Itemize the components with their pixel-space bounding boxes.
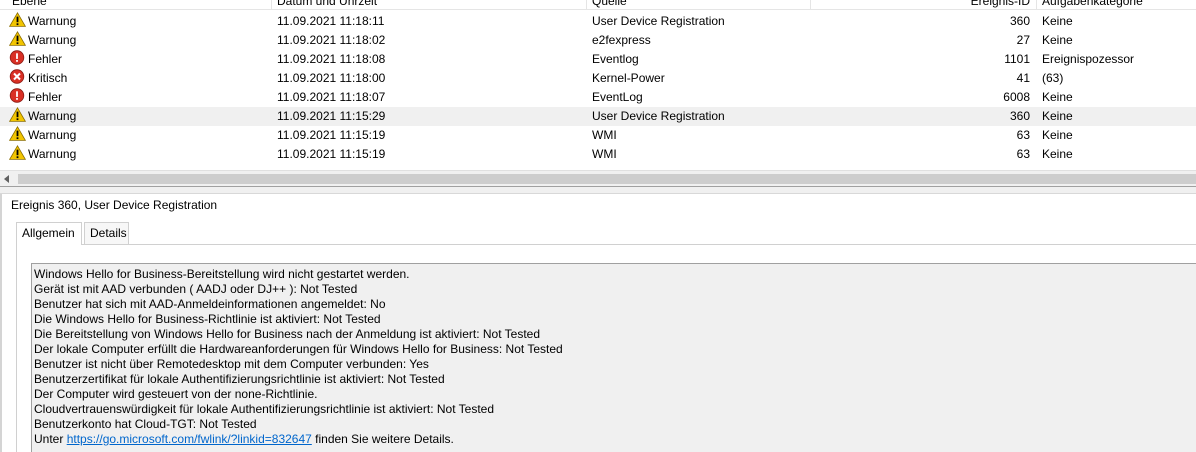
- cell-datetime: 11.09.2021 11:15:19: [277, 147, 386, 161]
- column-header-level[interactable]: Ebene: [12, 0, 47, 10]
- tab-general[interactable]: Allgemein: [16, 222, 82, 245]
- link-prefix: Unter: [34, 432, 67, 446]
- cell-event-id: 63: [1016, 128, 1030, 142]
- event-detail-pane: Ereignis 360, User Device Registration A…: [0, 194, 1196, 452]
- column-header-category[interactable]: Aufgabenkategorie: [1042, 0, 1143, 10]
- more-info-link[interactable]: https://go.microsoft.com/fwlink/?linkid=…: [67, 432, 312, 446]
- cell-event-id: 41: [1016, 71, 1030, 85]
- link-suffix: finden Sie weitere Details.: [311, 432, 454, 446]
- cell-category: Keine: [1042, 33, 1073, 47]
- scrollbar-thumb[interactable]: [18, 174, 1196, 184]
- tab-details[interactable]: Details: [84, 222, 129, 244]
- cell-datetime: 11.09.2021 11:18:08: [277, 52, 386, 66]
- warning-icon: [8, 126, 27, 141]
- description-line: Benutzer hat sich mit AAD-Anmeldeinforma…: [34, 297, 386, 311]
- horizontal-scrollbar[interactable]: [0, 170, 1196, 186]
- cell-level: Warnung: [28, 109, 77, 123]
- cell-level: Fehler: [28, 52, 63, 66]
- table-row[interactable]: Warnung 11.09.2021 11:18:11 User Device Re…: [0, 12, 1196, 31]
- cell-event-id: 1101: [1004, 52, 1030, 66]
- table-row[interactable]: Fehler 11.09.2021 11:18:07 EventLog 6008 Kei…: [0, 88, 1196, 107]
- pane-splitter[interactable]: [0, 186, 1196, 194]
- error-icon: [9, 50, 26, 65]
- critical-icon: [9, 69, 26, 84]
- cell-event-id: 27: [1016, 33, 1030, 47]
- warning-icon: [8, 31, 27, 46]
- cell-source: Eventlog: [592, 52, 639, 66]
- cell-level: Fehler: [28, 90, 63, 104]
- cell-event-id: 360: [1009, 14, 1030, 28]
- cell-datetime: 11.09.2021 11:18:02: [277, 33, 386, 47]
- table-row[interactable]: Warnung 11.09.2021 11:18:02 e2fexpress 27 Ke…: [0, 31, 1196, 50]
- cell-level: Warnung: [28, 147, 77, 161]
- cell-datetime: 11.09.2021 11:18:07: [277, 90, 386, 104]
- cell-source: WMI: [592, 147, 617, 161]
- cell-source: EventLog: [592, 90, 643, 104]
- column-header-source[interactable]: Quelle: [592, 0, 627, 10]
- cell-datetime: 11.09.2021 11:15:29: [277, 109, 386, 123]
- description-line: Windows Hello for Business-Bereitstellun…: [34, 267, 410, 281]
- description-link-line: Unter https://go.microsoft.com/fwlink/?l…: [34, 432, 1196, 447]
- cell-event-id: 6008: [1003, 90, 1030, 104]
- warning-icon: [8, 145, 27, 160]
- description-line: Benutzerzertifikat für lokale Authentifi…: [34, 372, 445, 386]
- cell-category: Ereignispozessor: [1042, 52, 1135, 66]
- description-line: Der Computer wird gesteuert von der none…: [34, 387, 318, 401]
- table-row[interactable]: Fehler 11.09.2021 11:18:08 Eventlog 1101 Ere…: [0, 50, 1196, 69]
- cell-level: Warnung: [28, 33, 77, 47]
- event-description: Windows Hello for Business-Bereitstellun…: [31, 263, 1196, 452]
- cell-event-id: 63: [1016, 147, 1030, 161]
- cell-datetime: 11.09.2021 11:18:00: [277, 71, 386, 85]
- detail-title: Ereignis 360, User Device Registration: [11, 198, 218, 212]
- cell-datetime: 11.09.2021 11:15:19: [277, 128, 386, 142]
- cell-level: Warnung: [28, 14, 77, 28]
- cell-source: WMI: [592, 128, 617, 142]
- cell-category: Keine: [1042, 90, 1073, 104]
- description-line: Gerät ist mit AAD verbunden ( AADJ oder …: [34, 282, 358, 296]
- cell-datetime: 11.09.2021 11:18:11: [277, 14, 385, 28]
- cell-source: User Device Registration: [592, 109, 725, 123]
- description-line: Cloudvertrauenswürdigkeit für lokale Aut…: [34, 402, 495, 416]
- cell-category: Keine: [1042, 128, 1073, 142]
- description-line: Die Bereitstellung von Windows Hello for…: [34, 327, 541, 341]
- warning-icon: [8, 107, 27, 122]
- cell-level: Kritisch: [28, 71, 68, 85]
- event-list: Ebene Datum und Uhrzeit Quelle Ereignis-…: [0, 0, 1196, 170]
- cell-source: e2fexpress: [592, 33, 651, 47]
- table-row[interactable]: Warnung 11.09.2021 11:15:29 User Device Re…: [0, 107, 1196, 126]
- cell-level: Warnung: [28, 128, 77, 142]
- cell-category: Keine: [1042, 109, 1073, 123]
- cell-category: Keine: [1042, 147, 1073, 161]
- description-line: Der lokale Computer erfüllt die Hardware…: [34, 342, 563, 356]
- description-line: Benutzerkonto hat Cloud-TGT: Not Tested: [34, 417, 257, 431]
- cell-source: Kernel-Power: [592, 71, 665, 85]
- error-icon: [9, 88, 26, 103]
- cell-event-id: 360: [1009, 109, 1030, 123]
- tab-general-content: Windows Hello for Business-Bereitstellun…: [16, 244, 1196, 452]
- column-header-event-id[interactable]: Ereignis-ID: [971, 0, 1030, 10]
- table-row[interactable]: Warnung 11.09.2021 11:15:19 WMI 63 Keine: [0, 145, 1196, 164]
- description-line: Benutzer ist nicht über Remotedesktop mi…: [34, 357, 429, 371]
- warning-icon: [8, 12, 27, 27]
- description-line: Die Windows Hello for Business-Richtlini…: [34, 312, 381, 326]
- list-header: Ebene Datum und Uhrzeit Quelle Ereignis-…: [0, 0, 1196, 10]
- cell-source: User Device Registration: [592, 14, 725, 28]
- column-header-datetime[interactable]: Datum und Uhrzeit: [277, 0, 377, 10]
- cell-category: (63): [1042, 71, 1064, 85]
- table-row[interactable]: Warnung 11.09.2021 11:15:19 WMI 63 Keine: [0, 126, 1196, 145]
- scroll-left-arrow-icon[interactable]: [4, 175, 9, 183]
- cell-category: Keine: [1042, 14, 1073, 28]
- table-row[interactable]: Kritisch 11.09.2021 11:18:00 Kernel-Power 4…: [0, 69, 1196, 88]
